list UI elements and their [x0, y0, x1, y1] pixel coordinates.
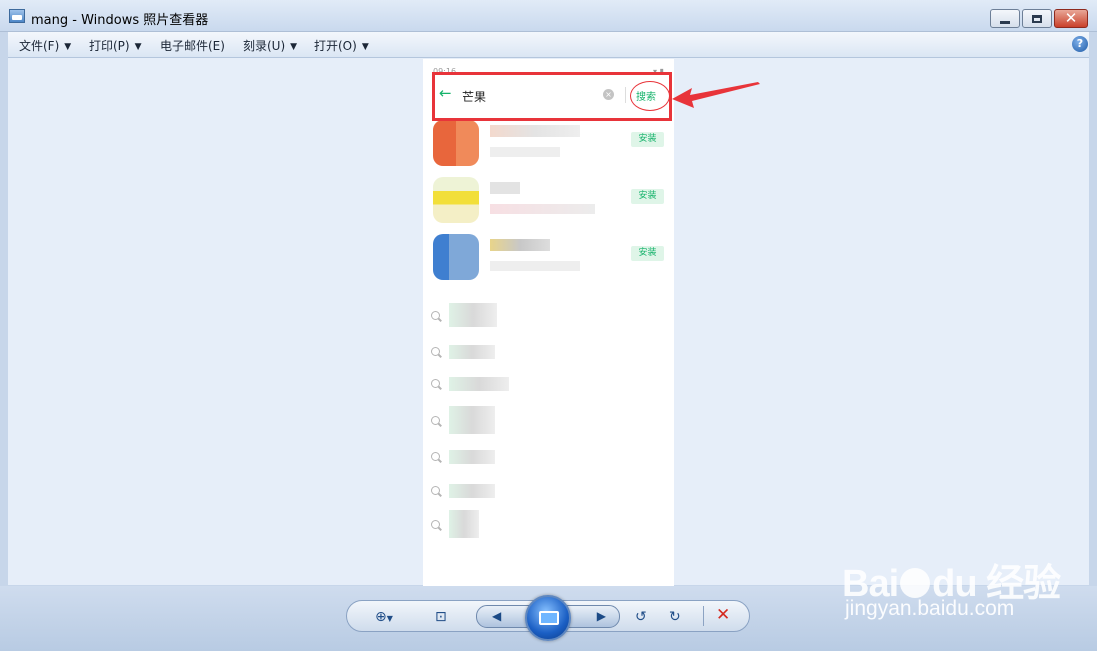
menu-email[interactable]: 电子邮件(E): [160, 37, 225, 54]
maximize-icon: [1032, 14, 1042, 23]
suggestion-blur: [449, 377, 509, 391]
chevron-down-icon: ▼: [134, 42, 142, 52]
next-icon[interactable]: ▶: [597, 609, 606, 623]
suggestion-blur: [449, 406, 495, 434]
install-button: 安装: [631, 132, 664, 147]
suggestion-row: [431, 342, 531, 364]
app-result-row: 安装: [433, 177, 664, 223]
search-icon: [431, 311, 440, 320]
app-result-row: 安装: [433, 120, 664, 166]
menu-print[interactable]: 打印(P) ▼: [89, 37, 142, 54]
suggestion-row: [431, 447, 531, 469]
app-logo: [433, 234, 479, 280]
maximize-button[interactable]: [1022, 9, 1052, 28]
app-name-blur: [490, 239, 550, 251]
suggestion-blur: [449, 345, 495, 359]
previous-icon[interactable]: ◀: [492, 609, 501, 623]
chevron-down-icon: ▼: [64, 42, 72, 52]
fit-to-window-icon[interactable]: ⊡: [435, 609, 447, 625]
slideshow-icon: [539, 611, 559, 625]
app-name-blur: [490, 182, 520, 194]
rotate-counterclockwise-icon[interactable]: ↺: [635, 609, 647, 625]
zoom-icon[interactable]: ⊕▼: [375, 609, 393, 627]
slideshow-button[interactable]: [525, 595, 571, 641]
suggestion-blur: [449, 510, 479, 538]
menu-burn[interactable]: 刻录(U) ▼: [243, 37, 297, 54]
annotation-circle: [630, 81, 670, 111]
install-button: 安装: [631, 246, 664, 261]
displayed-image: 09:16 ▾ ▮ ← 芒果 × 搜索 安装 安装 安装: [423, 59, 674, 586]
search-icon: [431, 486, 440, 495]
search-icon: [431, 347, 440, 356]
menu-bar: 文件(F) ▼ 打印(P) ▼ 电子邮件(E) 刻录(U) ▼ 打开(O) ▼ ?: [8, 32, 1089, 58]
app-desc-blur: [490, 204, 595, 214]
delete-icon[interactable]: ✕: [716, 605, 730, 625]
suggestion-blur: [449, 450, 495, 464]
search-icon: [431, 520, 440, 529]
baidu-paw-icon: [900, 568, 931, 598]
menu-email-label: 电子邮件(E): [160, 39, 225, 53]
chevron-down-icon: ▼: [290, 42, 298, 52]
menu-open-label: 打开(O): [314, 39, 357, 53]
suggestion-row: [431, 481, 531, 503]
close-button[interactable]: ✕: [1054, 9, 1088, 28]
search-icon: [431, 379, 440, 388]
close-icon: ✕: [1064, 9, 1078, 27]
install-button: 安装: [631, 189, 664, 204]
app-name-blur: [490, 125, 580, 137]
minimize-button[interactable]: [990, 9, 1020, 28]
minimize-icon: [1000, 21, 1010, 24]
suggestion-blur: [449, 484, 495, 498]
app-desc-blur: [490, 261, 580, 271]
rotate-clockwise-icon[interactable]: ↻: [669, 609, 681, 625]
app-desc-blur: [490, 147, 560, 157]
window-titlebar: mang - Windows 照片查看器 ✕: [0, 0, 1097, 32]
app-logo: [433, 177, 479, 223]
menu-burn-label: 刻录(U): [243, 39, 286, 53]
menu-file[interactable]: 文件(F) ▼: [19, 37, 71, 54]
baidu-watermark-url: jingyan.baidu.com: [845, 597, 1015, 620]
window-title: mang - Windows 照片查看器: [31, 13, 209, 28]
suggestion-row: [431, 510, 531, 538]
suggestion-row: [431, 303, 531, 328]
menu-print-label: 打印(P): [89, 39, 130, 53]
suggestion-blur: [449, 303, 497, 327]
menu-file-label: 文件(F): [19, 39, 60, 53]
chevron-down-icon: ▼: [361, 42, 369, 52]
help-icon[interactable]: ?: [1072, 36, 1088, 52]
menu-open[interactable]: 打开(O) ▼: [314, 37, 369, 54]
app-result-row: 安装: [433, 234, 664, 280]
photo-viewer-icon: [9, 9, 25, 23]
search-icon: [431, 416, 440, 425]
search-icon: [431, 452, 440, 461]
suggestion-row: [431, 374, 531, 396]
suggestion-row: [431, 406, 531, 434]
toolbar-separator: [703, 606, 704, 626]
app-logo: [433, 120, 479, 166]
annotation-arrow-icon: [672, 82, 760, 108]
